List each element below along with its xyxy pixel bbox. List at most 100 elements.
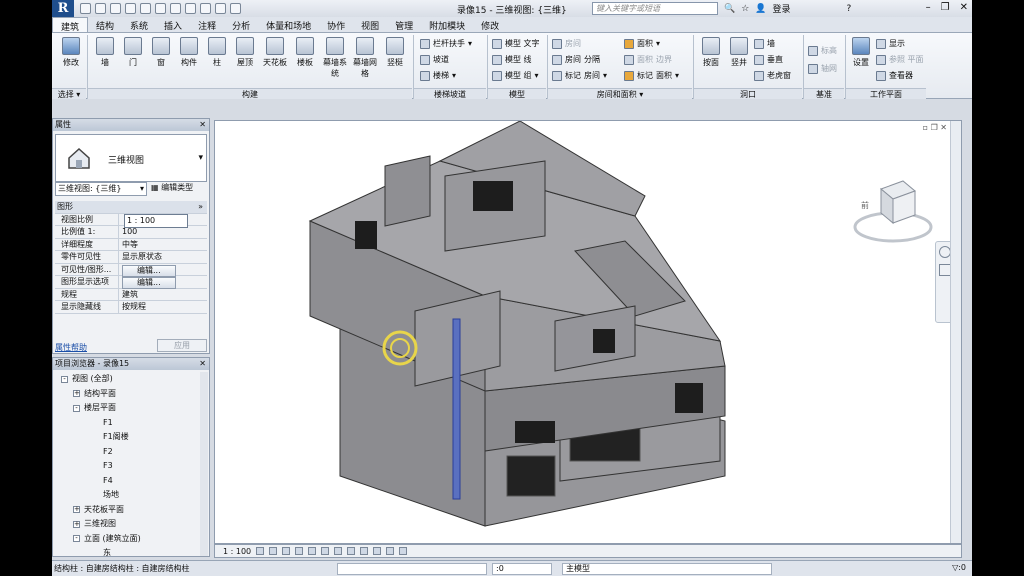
- level-button[interactable]: 标高: [808, 45, 837, 56]
- tab-0[interactable]: 建筑: [52, 17, 89, 33]
- browser-item[interactable]: F4: [55, 474, 205, 489]
- property-value[interactable]: 编辑...: [119, 276, 207, 289]
- property-row[interactable]: 规程 建筑: [55, 288, 207, 301]
- property-value[interactable]: 显示原状态: [119, 251, 207, 263]
- analytical-icon[interactable]: [386, 547, 395, 555]
- render-icon[interactable]: [308, 547, 317, 555]
- sun-path-icon[interactable]: [282, 547, 291, 555]
- room-area-group-label[interactable]: 房间和面积 ▾: [548, 88, 692, 99]
- tab-2[interactable]: 系统: [122, 17, 156, 32]
- stair-button[interactable]: 楼梯 ▾: [420, 70, 456, 81]
- browser-item[interactable]: F1: [55, 416, 205, 431]
- grid-button[interactable]: 轴网: [808, 63, 837, 74]
- browser-item[interactable]: + 天花板平面: [55, 503, 205, 518]
- property-value[interactable]: 建筑: [119, 289, 207, 301]
- room-button-disabled[interactable]: 房间: [552, 38, 581, 49]
- search-input[interactable]: 键入关键字或短语: [592, 2, 718, 15]
- expand-toggle-icon[interactable]: -: [73, 404, 80, 412]
- build-button-0[interactable]: 墙: [90, 37, 120, 68]
- scrollbar[interactable]: [200, 372, 208, 556]
- lock-view-icon[interactable]: [347, 547, 356, 555]
- area-boundary-button[interactable]: 面积 边界: [624, 54, 672, 65]
- viewport-scrollbar[interactable]: [950, 121, 961, 543]
- viewer-button[interactable]: 查看器: [876, 70, 913, 81]
- browser-item[interactable]: + 三维视图: [55, 517, 205, 532]
- expand-toggle-icon[interactable]: -: [73, 535, 80, 543]
- print-icon[interactable]: [140, 3, 151, 14]
- browser-item[interactable]: - 立面 (建筑立面): [55, 532, 205, 547]
- modify-button[interactable]: 修改: [56, 37, 86, 68]
- property-row[interactable]: 图形显示选项 编辑...: [55, 276, 207, 289]
- hide-isolate-icon[interactable]: [360, 547, 369, 555]
- instance-filter-select[interactable]: 三维视图: {三维} ▾: [55, 182, 147, 196]
- properties-help-link[interactable]: 属性帮助: [55, 342, 87, 353]
- tab-4[interactable]: 注释: [190, 17, 224, 32]
- browser-item[interactable]: F2: [55, 445, 205, 460]
- set-workplane-button[interactable]: 设置: [846, 37, 876, 68]
- highlight-displacement-icon[interactable]: [399, 547, 408, 555]
- model-line-button[interactable]: 模型 线: [492, 54, 532, 65]
- building-3d-model[interactable]: [215, 121, 951, 543]
- tab-8[interactable]: 视图: [353, 17, 387, 32]
- property-row[interactable]: 视图比例 1 : 100: [55, 213, 207, 228]
- switch-windows-icon[interactable]: [230, 3, 241, 14]
- ref-plane-button[interactable]: 参照 平面: [876, 54, 924, 65]
- open-icon[interactable]: [80, 3, 91, 14]
- tab-11[interactable]: 修改: [473, 17, 507, 32]
- build-button-6[interactable]: 天花板: [260, 37, 290, 68]
- help-button[interactable]: ?: [847, 4, 852, 14]
- build-button-7[interactable]: 楼板: [290, 37, 320, 68]
- workset-select[interactable]: [337, 563, 487, 575]
- build-button-4[interactable]: 柱: [202, 37, 232, 68]
- select-group-label[interactable]: 选择 ▾: [52, 88, 86, 99]
- selected-structural-column[interactable]: [452, 318, 461, 500]
- browser-item[interactable]: 场地: [55, 488, 205, 503]
- property-group-header[interactable]: 图形 »: [55, 201, 207, 214]
- room-button[interactable]: 房间 分隔: [552, 54, 600, 65]
- tab-1[interactable]: 结构: [88, 17, 122, 32]
- expand-toggle-icon[interactable]: +: [73, 390, 80, 398]
- tab-7[interactable]: 协作: [319, 17, 353, 32]
- restore-view-icon[interactable]: ❐: [931, 123, 938, 132]
- browser-item[interactable]: F3: [55, 459, 205, 474]
- type-selector[interactable]: 三维视图 ▾: [55, 134, 207, 182]
- close-icon[interactable]: ✕: [199, 119, 206, 131]
- browser-item[interactable]: - 楼层平面: [55, 401, 205, 416]
- property-row[interactable]: 可见性/图形... 编辑...: [55, 263, 207, 277]
- tag-area-button[interactable]: 标记 面积 ▾: [624, 70, 679, 81]
- restore-icon[interactable]: ❐: [941, 2, 950, 13]
- shadows-icon[interactable]: [295, 547, 304, 555]
- area-button[interactable]: 面积 ▾: [624, 38, 660, 49]
- tag-room-button[interactable]: 标记 房间 ▾: [552, 70, 607, 81]
- vertical-opening-button[interactable]: 垂直: [754, 54, 783, 65]
- star-icon[interactable]: ☆: [741, 4, 749, 14]
- reveal-hidden-icon[interactable]: [373, 547, 382, 555]
- model-text-button[interactable]: 模型 文字: [492, 38, 540, 49]
- property-value[interactable]: 1 : 100: [119, 213, 207, 228]
- crop-icon[interactable]: [321, 547, 330, 555]
- apply-button[interactable]: 应用: [157, 339, 207, 352]
- browser-item[interactable]: 东: [55, 546, 205, 561]
- measure-icon[interactable]: [155, 3, 166, 14]
- close-view-icon[interactable]: ✕: [940, 123, 947, 132]
- app-menu-button[interactable]: R: [52, 0, 74, 17]
- property-value[interactable]: 100: [119, 226, 207, 238]
- user-icon[interactable]: 👤: [755, 4, 766, 14]
- browser-item[interactable]: - 视图 (全部): [55, 372, 205, 387]
- design-option-select[interactable]: 主模型: [562, 563, 772, 575]
- show-workplane-button[interactable]: 显示: [876, 38, 905, 49]
- save-icon[interactable]: [95, 3, 106, 14]
- railing-button[interactable]: 栏杆扶手 ▾: [420, 38, 472, 49]
- thin-lines-icon[interactable]: [215, 3, 226, 14]
- edit-type-button[interactable]: ▦ 编辑类型: [151, 182, 193, 193]
- property-value[interactable]: 按规程: [119, 301, 207, 313]
- login-link[interactable]: 登录: [773, 2, 791, 15]
- workset-value[interactable]: :0: [492, 563, 552, 575]
- tab-6[interactable]: 体量和场地: [258, 17, 319, 32]
- ramp-button[interactable]: 坡道: [420, 54, 449, 65]
- browser-item[interactable]: F1阁楼: [55, 430, 205, 445]
- by-face-button[interactable]: 按面: [696, 37, 726, 68]
- detail-level-icon[interactable]: [256, 547, 265, 555]
- property-row[interactable]: 比例值 1: 100: [55, 226, 207, 239]
- minimize-icon[interactable]: –: [926, 2, 931, 13]
